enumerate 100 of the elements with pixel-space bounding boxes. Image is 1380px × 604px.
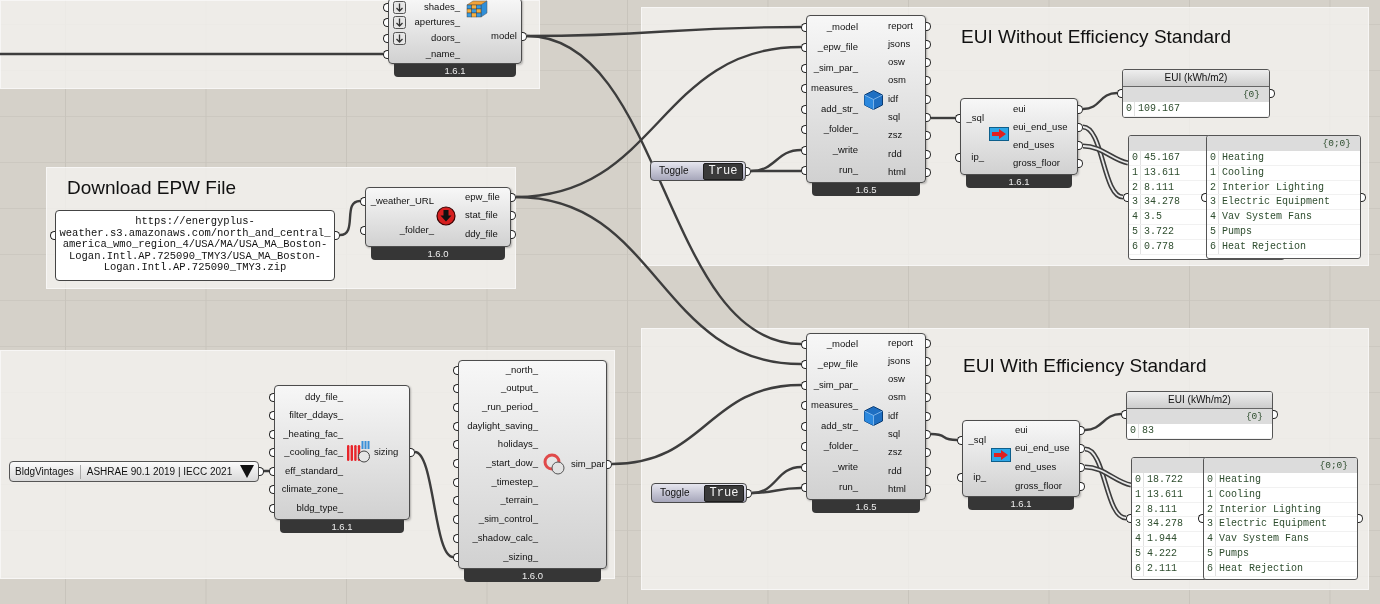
row-index: 2 — [1129, 180, 1141, 195]
output-port[interactable] — [747, 488, 752, 498]
row-index: 4 — [1204, 532, 1216, 546]
toggle-switch[interactable]: Toggle True — [650, 161, 746, 181]
output-label: osm — [888, 391, 906, 404]
row-value: Interior Lighting — [1221, 180, 1325, 195]
input-label: _weather_URL — [370, 194, 434, 207]
input-label: _output_ — [501, 382, 538, 395]
row-value: Cooling — [1218, 487, 1261, 502]
row-value: 45.167 — [1143, 151, 1180, 165]
output-label: zsz — [888, 446, 903, 459]
input-label: _sql — [966, 111, 984, 124]
input-label: _model — [826, 337, 858, 350]
input-label: _run_period_ — [482, 400, 538, 413]
input-port[interactable] — [360, 225, 365, 235]
dropdown-arrow-icon — [240, 465, 254, 478]
row-index: 5 — [1132, 547, 1144, 561]
panel-path: {0} — [1127, 409, 1272, 424]
output-port[interactable] — [1358, 513, 1363, 523]
output-label: osm — [888, 74, 906, 87]
input-label: apertures_ — [414, 16, 460, 29]
input-label: shades_ — [424, 0, 460, 13]
output-port[interactable] — [746, 166, 751, 176]
output-label: end_uses — [1013, 139, 1055, 152]
input-label: _shadow_calc_ — [472, 531, 538, 544]
row-value: 8.111 — [1146, 502, 1177, 517]
output-port[interactable] — [259, 466, 264, 476]
output-label: sim_par — [571, 457, 605, 470]
input-port[interactable] — [801, 339, 806, 349]
input-port[interactable] — [1123, 192, 1128, 202]
row-index: 1 — [1207, 165, 1219, 180]
row-index: 5 — [1207, 225, 1219, 239]
row-index: 0 — [1207, 151, 1219, 165]
output-label: html — [888, 482, 906, 495]
input-port[interactable] — [801, 166, 806, 176]
output-label: osw — [888, 56, 905, 69]
input-label: _terrain_ — [500, 494, 538, 507]
input-port[interactable] — [957, 435, 962, 445]
input-label: _epw_file — [817, 41, 858, 54]
input-port[interactable] — [801, 483, 806, 493]
output-port[interactable] — [1361, 192, 1366, 202]
output-label: gross_floor — [1015, 479, 1062, 492]
panel-path: {0;0} — [1207, 136, 1360, 151]
output-label: idf — [888, 409, 899, 422]
input-port[interactable] — [50, 230, 55, 240]
input-label: _start_dow_ — [486, 457, 538, 469]
input-label: run_ — [839, 481, 858, 494]
output-label: rdd — [888, 464, 902, 477]
input-port[interactable] — [1117, 88, 1122, 98]
radiator-icon — [346, 441, 370, 463]
row-index: 6 — [1204, 561, 1216, 576]
output-label: stat_file — [465, 209, 498, 221]
output-port[interactable] — [607, 459, 612, 469]
toggle-switch[interactable]: Toggle True — [651, 483, 747, 503]
row-index: 3 — [1132, 517, 1144, 532]
row-value: 109.167 — [1137, 102, 1180, 116]
ring-icon — [543, 453, 565, 475]
row-value: 3.722 — [1143, 225, 1174, 239]
output-port[interactable] — [1270, 88, 1275, 98]
wire — [1082, 91, 1118, 111]
panel-title: EUI (kWh/m2) — [1127, 392, 1272, 409]
version-label: 1.6.1 — [966, 175, 1072, 188]
output-port[interactable] — [522, 31, 527, 41]
input-label: _write — [832, 143, 858, 156]
version-label: 1.6.5 — [812, 183, 920, 196]
output-label: gross_floor — [1013, 157, 1060, 170]
output-label: sql — [888, 111, 901, 123]
input-label: _sim_control_ — [478, 513, 538, 526]
download-icon — [436, 206, 456, 226]
output-port[interactable] — [335, 230, 340, 240]
row-index: 0 — [1132, 473, 1144, 487]
row-value: Cooling — [1221, 165, 1264, 180]
row-value: 3.5 — [1143, 210, 1162, 224]
group-title: Download EPW File — [67, 178, 236, 197]
input-port[interactable] — [801, 22, 806, 32]
input-port[interactable] — [360, 196, 365, 206]
output-label: sizing — [374, 445, 399, 458]
output-label: eui_end_use — [1013, 120, 1068, 133]
panel-title: EUI (kWh/m2) — [1123, 70, 1269, 87]
input-port[interactable] — [957, 472, 962, 482]
value-list-dropdown[interactable]: BldgVintages ASHRAE 90.1 2019 | IECC 2021 — [9, 461, 259, 482]
input-port[interactable] — [1126, 513, 1131, 523]
input-label: _write — [832, 460, 858, 473]
input-port[interactable] — [955, 113, 960, 123]
cube-icon — [864, 90, 883, 110]
input-port[interactable] — [1198, 513, 1203, 523]
input-label: _sim_par_ — [813, 378, 858, 391]
input-label: run_ — [839, 164, 858, 177]
output-port[interactable] — [1273, 409, 1278, 419]
input-port[interactable] — [1201, 192, 1206, 202]
input-port[interactable] — [1121, 409, 1126, 419]
input-label: _folder_ — [399, 223, 434, 236]
output-port[interactable] — [410, 447, 415, 457]
input-label: _name_ — [425, 47, 460, 60]
output-label: sql — [888, 428, 901, 440]
wire — [263, 469, 270, 473]
version-label: 1.6.1 — [280, 520, 404, 533]
input-label: measures_ — [811, 82, 858, 95]
input-port[interactable] — [955, 152, 960, 162]
wire — [931, 116, 955, 120]
